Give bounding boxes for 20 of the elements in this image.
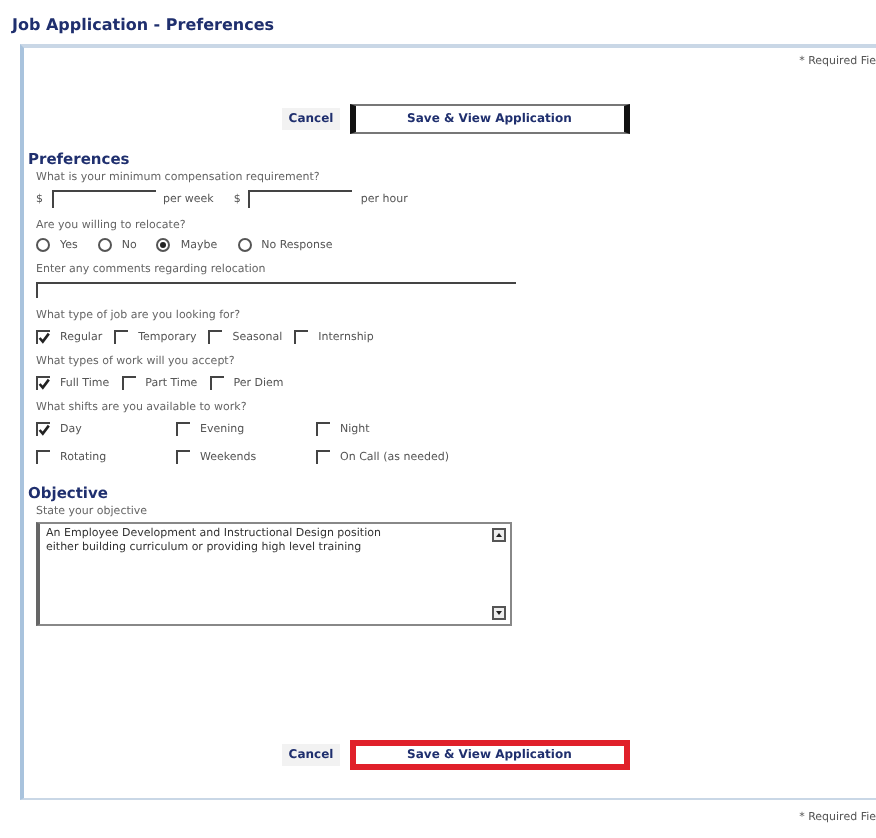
checkbox[interactable] [176,422,190,436]
scroll-up-icon[interactable] [492,528,506,542]
radio-button[interactable] [36,238,50,252]
checkbox[interactable] [36,422,50,436]
checkbox[interactable] [209,376,224,390]
checkbox[interactable] [121,376,136,390]
checkbox[interactable] [316,450,330,464]
checkbox[interactable] [176,450,190,464]
radio-button[interactable] [97,238,112,252]
checkbox[interactable] [114,330,129,344]
checkbox[interactable] [208,330,223,344]
checkbox[interactable] [316,422,330,436]
checkbox[interactable] [36,450,50,464]
radio-button[interactable] [156,238,171,252]
page-title: Job Application - Preferences [9,16,277,38]
scroll-down-icon[interactable] [492,606,506,620]
checkbox[interactable] [294,330,309,344]
checkbox[interactable] [36,330,50,344]
checkbox[interactable] [36,376,50,390]
radio-button[interactable] [237,238,252,252]
